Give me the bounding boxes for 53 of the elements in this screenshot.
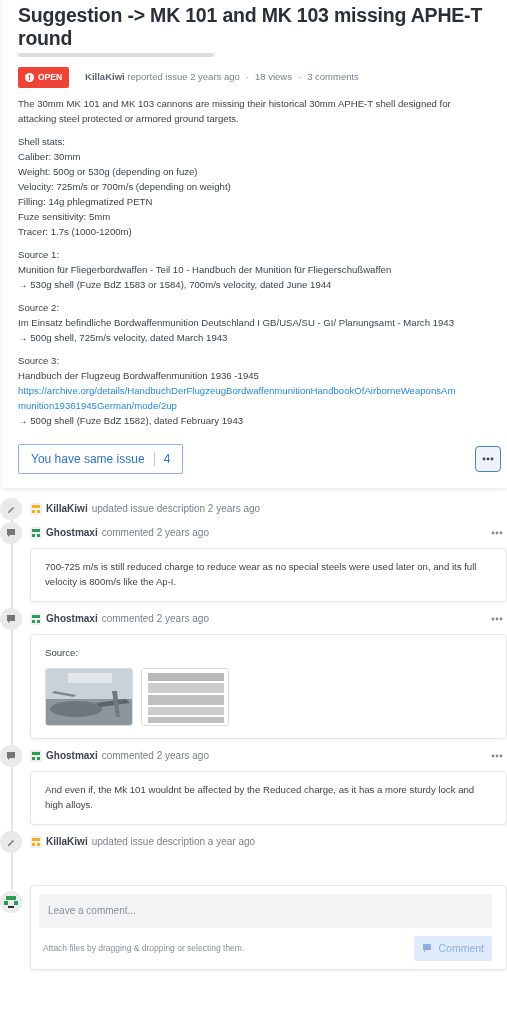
comment-text: Source: [45, 645, 80, 660]
comment-icon [6, 527, 16, 538]
event-text: commented 2 years ago [101, 526, 209, 541]
description-line: Shell stats: [18, 134, 66, 149]
comment-icon [6, 613, 16, 624]
issue-title: Suggestion -> MK 101 and MK 103 missing APHE-T round [18, 4, 484, 51]
description-line: → 500g shell, 725m/s velocity, dated March 1943 [18, 330, 229, 345]
more-icon [491, 530, 503, 535]
more-icon [491, 753, 503, 758]
description-line: The 30mm MK 101 and MK 103 cannons are missing their historical 30mm APHE-T shell designed for attacking steel protected or armored ground targets. [18, 96, 452, 126]
description-line: Fuze sensitivity: 5mm [18, 209, 112, 224]
description-line: Weight: 500g or 530g (depending on fuze) [18, 164, 199, 179]
same-issue-button[interactable]: You have same issue 4 [18, 443, 184, 474]
description-line: Im Einsatz befindliche Bordwaffenmunition Deutschland I GB/USA/SU - GI/ Planungsamt - March 1943 [18, 315, 455, 330]
description-line: Handbuch der Flugzeug Bordwaffenmunition 1936 -1945 [18, 368, 260, 383]
event-text: commented 2 years ago [101, 612, 209, 627]
more-button[interactable] [475, 445, 501, 472]
description-line: Source 1: [18, 247, 61, 262]
description-line: Source 2: [18, 300, 61, 315]
event-text: commented 2 years ago [101, 749, 209, 764]
description-line: Source 3: [18, 353, 61, 368]
comments-count: 3 comments [307, 70, 359, 85]
description-line: Munition für Fliegerbordwaffen - Teil 10 - Handbuch der Munition für Fliegerschußwaffen [18, 262, 393, 277]
comment-field[interactable]: Leave a comment... [39, 893, 492, 928]
comment-icon [422, 943, 433, 954]
author-link[interactable]: KillaKiwi [46, 834, 88, 850]
description-line: → 500g shell (Fuze BdZ 1582), dated February 1943 [18, 413, 245, 428]
author-link[interactable]: KillaKiwi [85, 71, 125, 83]
separator-dot: · [245, 70, 249, 85]
description-line: Caliber: 30mm [18, 149, 82, 164]
author-link[interactable]: Ghostmaxi [46, 611, 98, 627]
views-count: 18 views [255, 70, 292, 85]
separator-dot: · [297, 70, 302, 85]
comment-text: 700-725 m/s is still reduced charge to reduce wear as no special steels were used later on, and its full velocity is 800m/s like the Ap-I. [45, 559, 478, 589]
source-link[interactable]: https://archive.org/details/HandbuchDerFlugzeugBordwaffenmunitionHandbookOfAirborneWeaponsAmmunition19361945German/mode/2up [18, 382, 460, 413]
status-badge: OPEN [18, 66, 70, 88]
author-link[interactable]: Ghostmaxi [46, 525, 98, 541]
issue-meta-text: reported issue 2 years ago [126, 71, 240, 83]
more-icon [482, 456, 494, 461]
author-link[interactable]: KillaKiwi [46, 501, 88, 517]
attach-hint: Attach files by dragging & dropping or selecting them. [43, 942, 245, 955]
alert-icon [25, 72, 34, 82]
comment-text: And even if, the Mk 101 wouldnt be affected by the Reduced charge, as it has a more sturdy lock and high alloys. [45, 782, 476, 812]
event-text: updated issue description 2 years ago [91, 502, 261, 517]
description-line: Filling: 14g phlegmatized PETN [18, 194, 154, 209]
description-line: → 530g shell (Fuze BdZ 1583 or 1584), 700m/s velocity, dated June 1944 [18, 277, 333, 292]
event-text: updated issue description a year ago [91, 835, 256, 850]
more-icon [491, 616, 503, 621]
description-line: Tracer: 1.7s (1000-1200m) [18, 224, 133, 239]
user-avatar-icon [1, 891, 21, 912]
description-line: Velocity: 725m/s or 700m/s (depending on weight) [18, 179, 232, 194]
comment-icon [6, 750, 16, 761]
author-link[interactable]: Ghostmaxi [46, 748, 98, 764]
